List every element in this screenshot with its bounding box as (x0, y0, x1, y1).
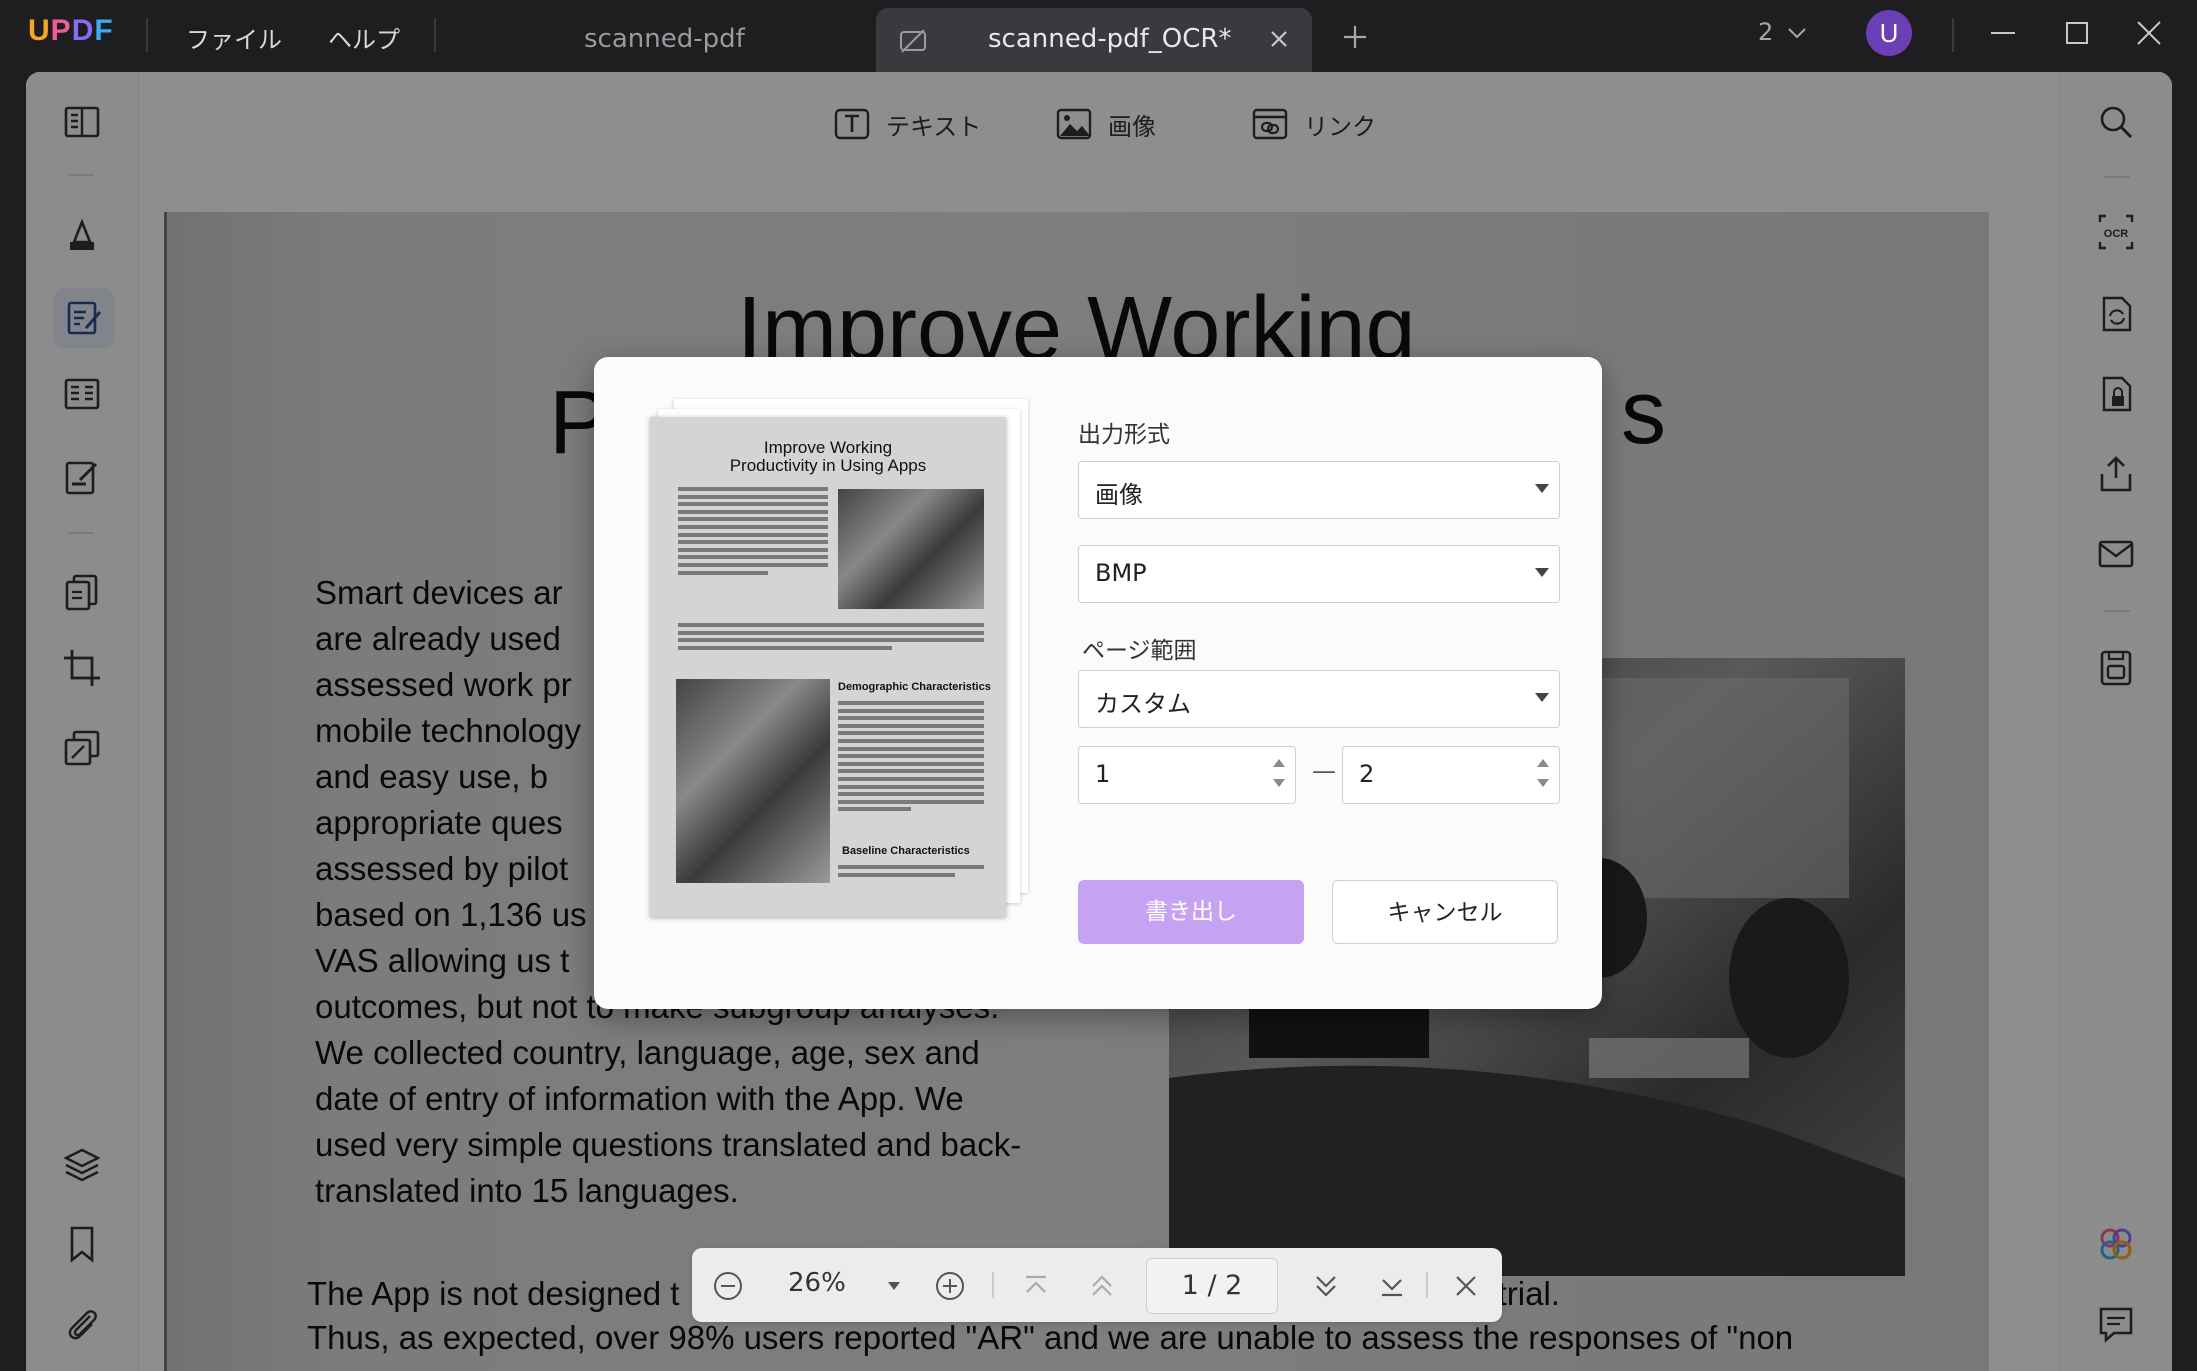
title-bar: UPDF ファイル ヘルプ scanned-pdf scanned-pdf_OC… (0, 0, 2197, 72)
separator (1426, 1272, 1428, 1298)
tab-label: scanned-pdf_OCR* (988, 24, 1232, 54)
thumbnail-photo (676, 679, 830, 883)
minimize-icon[interactable] (1988, 18, 2018, 48)
decrement-icon[interactable] (1273, 779, 1285, 787)
next-page-icon[interactable] (1310, 1270, 1342, 1302)
format-select[interactable]: 画像 (1078, 461, 1560, 519)
cancel-button[interactable]: キャンセル (1332, 880, 1558, 944)
page-range-select[interactable]: カスタム (1078, 670, 1560, 728)
menu-file[interactable]: ファイル (178, 14, 290, 61)
zoom-out-icon[interactable] (712, 1270, 744, 1302)
zoom-in-icon[interactable] (934, 1270, 966, 1302)
last-page-icon[interactable] (1376, 1270, 1408, 1302)
previous-page-icon[interactable] (1086, 1270, 1118, 1302)
thumbnail-text-block (838, 865, 984, 880)
increment-icon[interactable] (1537, 759, 1549, 767)
new-tab-icon[interactable] (1340, 22, 1370, 52)
range-from-input[interactable] (1093, 759, 1247, 789)
page-range-label: ページ範囲 (1082, 638, 1197, 664)
page-indicator[interactable]: 1 / 2 (1146, 1258, 1278, 1314)
maximize-icon[interactable] (2062, 18, 2092, 48)
separator (1952, 18, 1954, 52)
thumbnail-title: Improve Working Productivity in Using Ap… (650, 439, 1006, 475)
separator (146, 18, 148, 52)
thumbnail-title-line1: Improve Working (763, 438, 893, 457)
avatar[interactable]: U (1866, 10, 1912, 56)
dropdown-arrow-icon (1535, 693, 1549, 702)
range-to-input[interactable] (1357, 759, 1511, 789)
page-navigation-bar: 26% 1 / 2 (692, 1248, 1502, 1322)
thumbnail-heading: Demographic Characteristics (838, 681, 991, 693)
thumbnail-heading: Baseline Characteristics (842, 845, 970, 857)
format-select-value: 画像 (1095, 481, 1143, 509)
thumbnail-text-block (678, 623, 984, 653)
thumbnail-title-line2: Productivity in Using Apps (729, 456, 927, 475)
range-from-stepper[interactable] (1078, 746, 1296, 804)
image-type-select[interactable]: BMP (1078, 545, 1560, 603)
tab-scanned-pdf-ocr[interactable]: scanned-pdf_OCR* (876, 8, 1312, 72)
updf-logo[interactable]: UPDF (28, 14, 114, 48)
range-to-stepper[interactable] (1342, 746, 1560, 804)
zoom-level[interactable]: 26% (788, 1268, 846, 1298)
separator (434, 18, 436, 52)
image-type-value: BMP (1095, 559, 1147, 587)
export-button[interactable]: 書き出し (1078, 880, 1304, 944)
export-dialog: Improve Working Productivity in Using Ap… (594, 357, 1602, 1009)
dropdown-arrow-icon (1535, 568, 1549, 577)
page-range-value: カスタム (1095, 690, 1191, 718)
thumbnail-photo (838, 489, 984, 609)
thumbnail-text-block (838, 701, 984, 815)
increment-icon[interactable] (1273, 759, 1285, 767)
menu-help[interactable]: ヘルプ (320, 14, 408, 61)
thumbnail-text-block (678, 487, 828, 578)
current-page: 1 (1181, 1270, 1199, 1301)
page-separator: / (1207, 1270, 1217, 1301)
close-nav-icon[interactable] (1450, 1270, 1482, 1302)
decrement-icon[interactable] (1537, 779, 1549, 787)
total-pages: 2 (1225, 1270, 1243, 1301)
edit-mode-icon (900, 29, 926, 53)
close-tab-icon[interactable] (1266, 26, 1292, 52)
tab-label: scanned-pdf (584, 24, 745, 54)
output-format-label: 出力形式 (1078, 422, 1170, 448)
dropdown-arrow-icon (1535, 484, 1549, 493)
tab-scanned-pdf[interactable]: scanned-pdf (450, 8, 870, 72)
range-dash: — (1312, 757, 1336, 785)
first-page-icon[interactable] (1020, 1270, 1052, 1302)
close-window-icon[interactable] (2134, 18, 2164, 48)
window-count[interactable]: 2 (1758, 18, 1773, 46)
separator (992, 1272, 994, 1298)
zoom-dropdown-icon[interactable] (886, 1278, 902, 1294)
chevron-down-icon[interactable] (1786, 22, 1808, 44)
page-thumbnail: Improve Working Productivity in Using Ap… (650, 417, 1006, 917)
